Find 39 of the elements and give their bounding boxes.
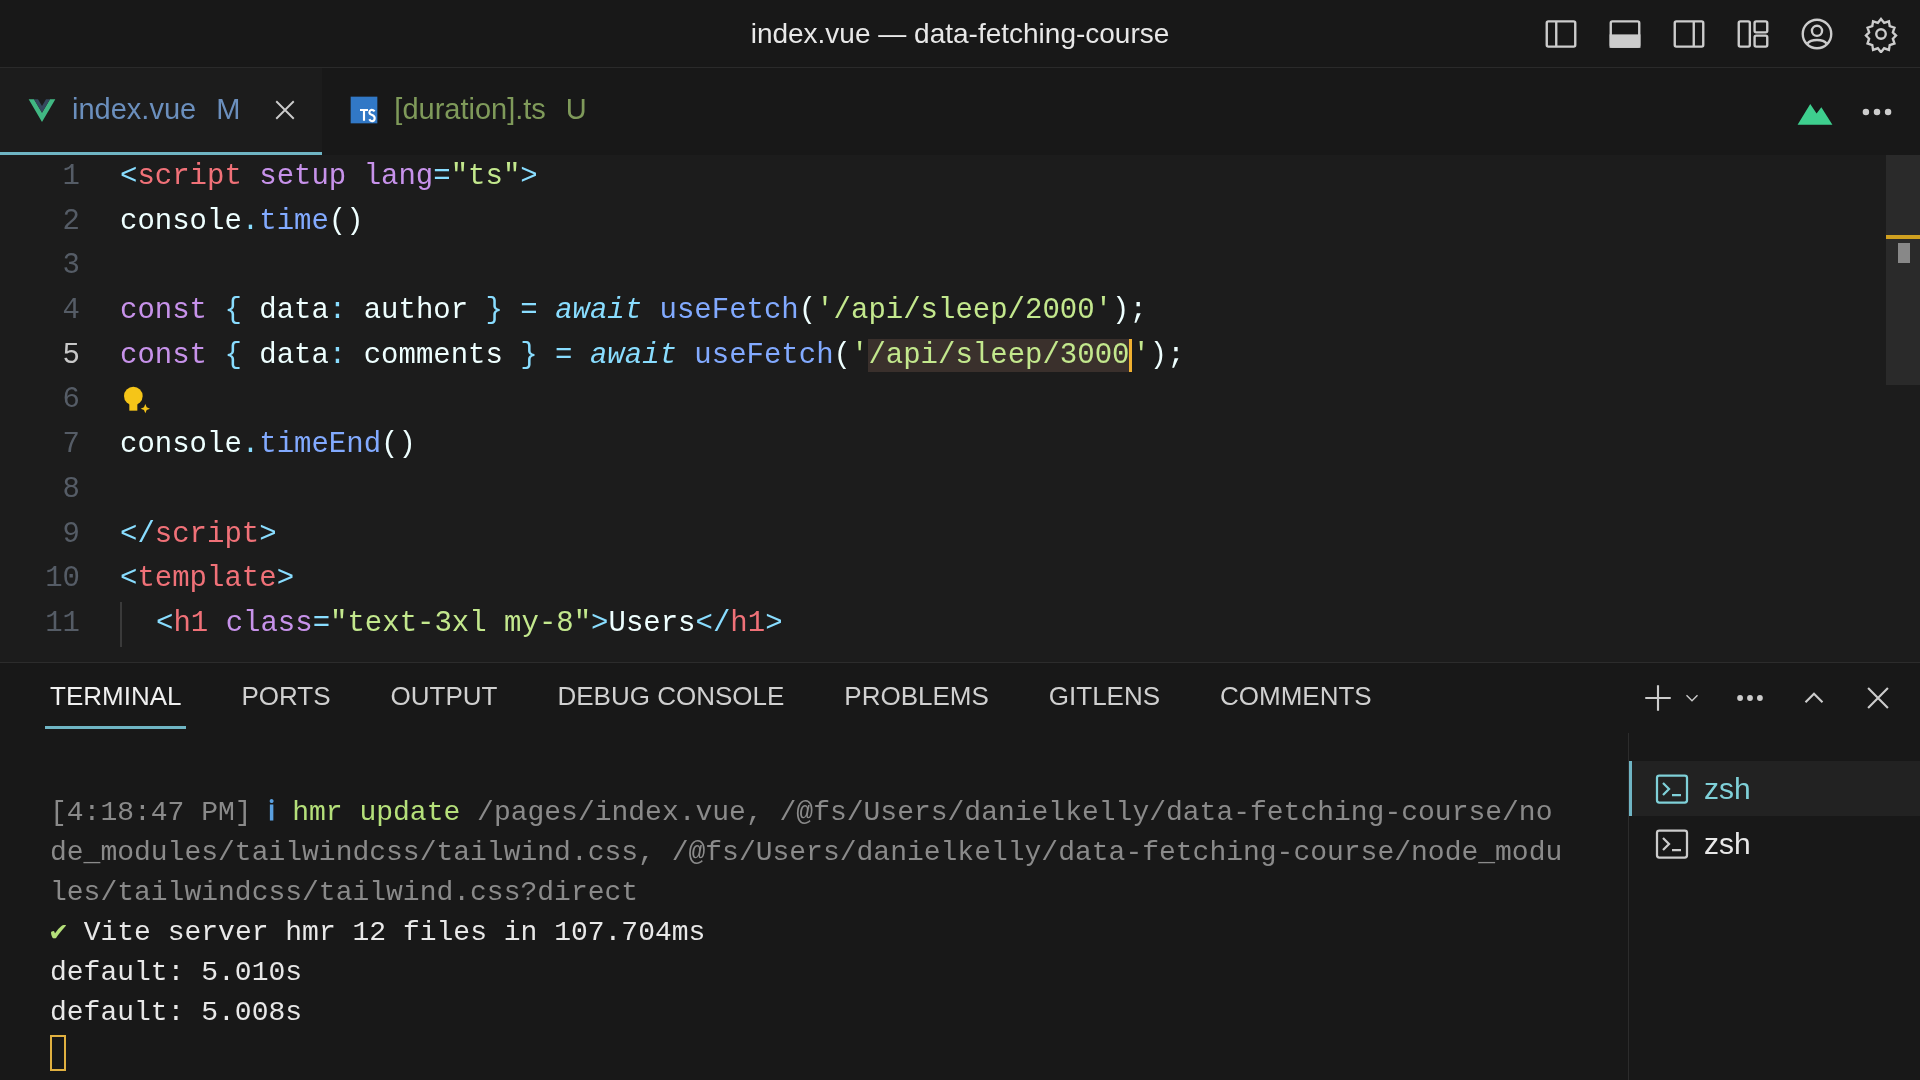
panel-tab[interactable]: PROBLEMS	[839, 667, 994, 729]
line-number: 5	[61, 337, 80, 374]
code-line: const { data: comments } = await useFetch('/api/sleep/3000');	[120, 337, 1185, 374]
line-number: 2	[61, 203, 80, 240]
terminal-line: [4:18:47 PM] ℹ hmr update /pages/index.vue, /@fs/Users/danielkelly/data-fetching-course/no	[50, 796, 1554, 830]
code-line: <template>	[120, 561, 295, 598]
line-number: 10	[44, 561, 80, 598]
terminal-item[interactable]: zsh	[1629, 761, 1920, 816]
panel-tab[interactable]: GITLENS	[1043, 667, 1166, 729]
terminal-line: ✔ Vite server hmr 12 files in 107.704ms	[50, 916, 707, 950]
editor-tab[interactable]: index.vue M	[0, 68, 323, 155]
line-number: 6	[61, 382, 80, 419]
code-line: </script>	[120, 516, 277, 553]
line-number: 4	[61, 293, 80, 330]
line-number: 8	[61, 471, 80, 508]
panel-tab[interactable]: OUTPUT	[385, 667, 503, 729]
line-number: 9	[61, 516, 80, 553]
terminal-line: de_modules/tailwindcss/tailwind.css, /@fs/Users/danielkelly/data-fetching-course/node_modu	[50, 836, 1564, 870]
terminal-line: default: 5.008s	[50, 996, 304, 1030]
code-line: console.time()	[120, 203, 364, 240]
code-line: <script setup lang="ts">	[120, 159, 538, 195]
window-title: index.vue — data-fetching-course	[750, 16, 1170, 51]
scroll-thumb[interactable]	[1898, 243, 1910, 263]
line-number: 1	[61, 159, 80, 195]
line-number: 3	[61, 248, 80, 285]
terminal-line: les/tailwindcss/tailwind.css?direct	[50, 876, 640, 910]
terminal-line: default: 5.010s	[50, 956, 304, 990]
line-number: 7	[61, 427, 80, 464]
panel-tab[interactable]: DEBUG CONSOLE	[552, 667, 790, 729]
panel-tab[interactable]: PORTS	[236, 667, 336, 729]
panel-tab[interactable]: COMMENTS	[1215, 667, 1377, 729]
scroll-marker	[1886, 235, 1920, 239]
panel-tab[interactable]: TERMINAL	[45, 667, 187, 729]
code-line: const { data: author } = await useFetch('/api/sleep/2000');	[120, 293, 1147, 330]
code-line: <h1 class="text-3xl my-8">Users</h1>	[120, 601, 783, 647]
editor-tab[interactable]: [duration].ts U	[322, 68, 609, 155]
terminal-item[interactable]: zsh	[1629, 816, 1920, 871]
code-line: console.timeEnd()	[120, 427, 416, 464]
line-number: 11	[44, 605, 80, 642]
